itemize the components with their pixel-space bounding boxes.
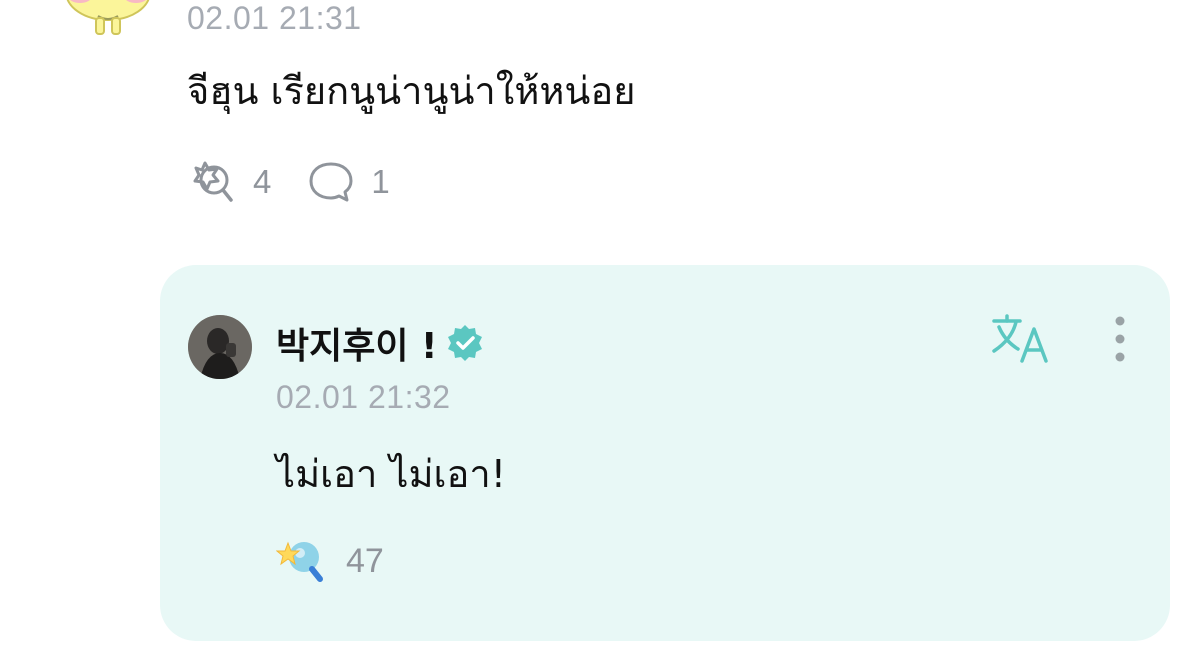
speech-bubble-icon bbox=[309, 162, 353, 202]
parent-comment-text: จีฮุน เรียกนูน่านูน่าให้หน่อย bbox=[187, 69, 636, 113]
profile-photo-icon bbox=[188, 315, 252, 379]
reply-button[interactable]: 1 bbox=[307, 160, 390, 204]
more-options-button[interactable] bbox=[1108, 313, 1132, 369]
verified-badge-icon bbox=[448, 325, 483, 361]
reply-count: 1 bbox=[371, 163, 390, 200]
reaction-count: 4 bbox=[253, 163, 272, 200]
reply-author-row: 박지후이 ! bbox=[276, 317, 485, 369]
parent-timestamp: 02.01 21:31 bbox=[187, 0, 362, 36]
parent-avatar[interactable] bbox=[58, 0, 158, 38]
reply-comment-text: ไม่เอา ไม่เอา! bbox=[276, 452, 506, 496]
reply-reaction-button[interactable]: 47 bbox=[276, 537, 384, 585]
star-reaction-icon bbox=[276, 541, 323, 582]
more-vertical-icon bbox=[1115, 316, 1125, 362]
reply-timestamp: 02.01 21:32 bbox=[276, 379, 451, 415]
translate-icon bbox=[992, 314, 1048, 363]
reaction-button[interactable]: 4 bbox=[187, 160, 271, 204]
reply-card: 박지후이 ! 02.01 21:32 ไม่เอา ไม่เอา! 47 bbox=[160, 265, 1170, 641]
comment-thread: 02.01 21:31 จีฮุน เรียกนูน่านูน่าให้หน่อ… bbox=[0, 0, 1200, 654]
reply-reaction-count: 47 bbox=[346, 541, 384, 580]
reply-author-name[interactable]: 박지후이 ! bbox=[276, 317, 437, 369]
parent-actions: 4 1 bbox=[187, 160, 426, 204]
reaction-outline-icon bbox=[193, 161, 233, 202]
reply-author-avatar[interactable] bbox=[188, 315, 252, 379]
translate-button[interactable] bbox=[990, 313, 1054, 367]
yellow-character-avatar-icon bbox=[66, 0, 150, 35]
